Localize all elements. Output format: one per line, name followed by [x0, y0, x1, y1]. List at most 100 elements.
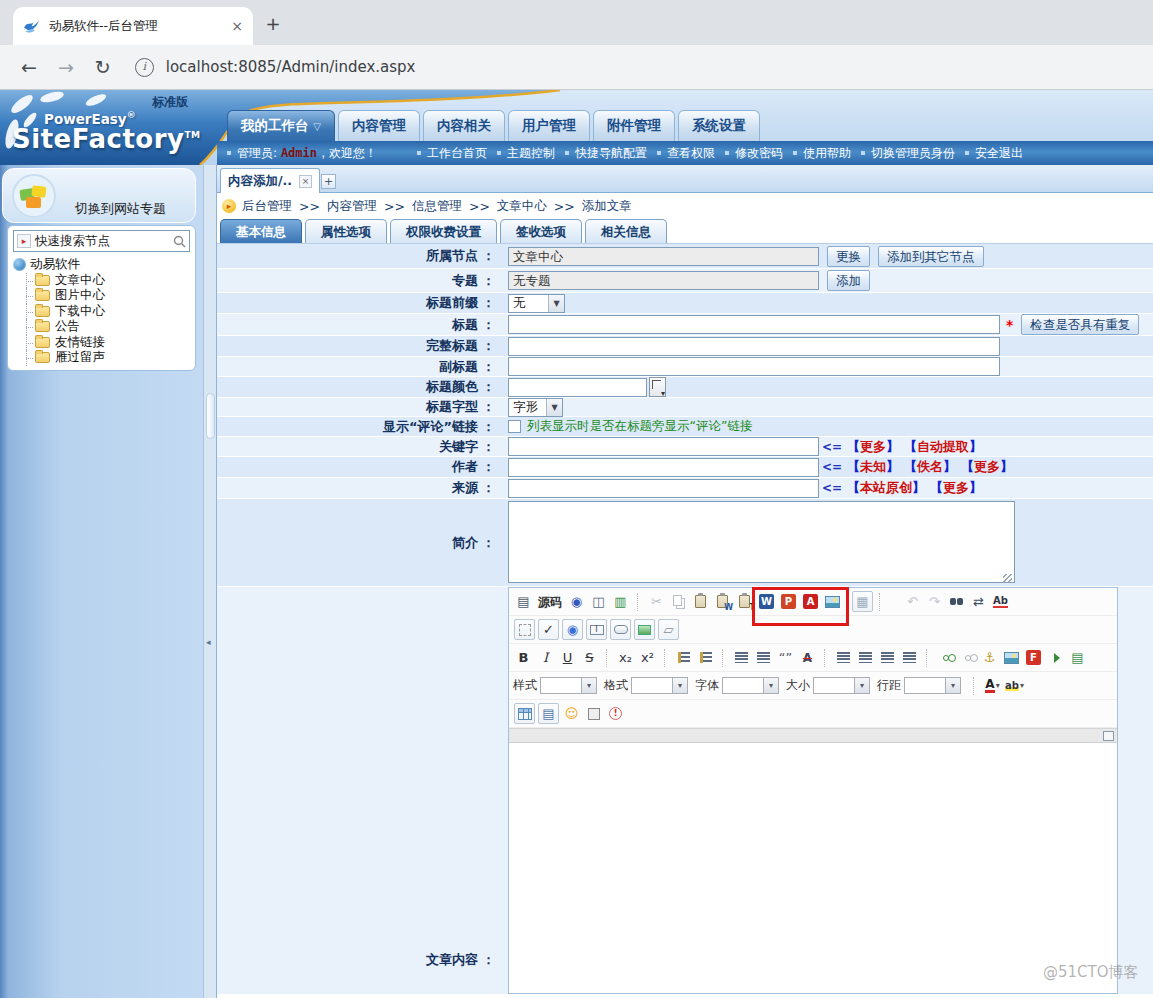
menu-quick-nav[interactable]: 快捷导航配置	[575, 145, 647, 162]
tab-attributes[interactable]: 属性选项	[305, 219, 387, 243]
tab-sign-options[interactable]: 签收选项	[500, 219, 582, 243]
source-code-button[interactable]: 源码	[535, 591, 565, 612]
workspace-tab[interactable]: 内容添加/.. ×	[220, 168, 320, 193]
new-tab-button[interactable]: +	[262, 14, 284, 36]
blockquote-icon[interactable]: “”	[775, 647, 796, 668]
nav-tab-attachments[interactable]: 附件管理	[593, 110, 675, 141]
menu-logout[interactable]: 安全退出	[975, 145, 1023, 162]
unordered-list-icon[interactable]	[695, 647, 716, 668]
unlink-icon[interactable]	[957, 647, 978, 668]
media-icon[interactable]	[1045, 647, 1066, 668]
spellcheck-icon[interactable]: Ab	[990, 591, 1011, 612]
title-font-select[interactable]: 字形▼	[508, 398, 563, 417]
cut-icon[interactable]: ✂	[646, 591, 667, 612]
resize-grip[interactable]	[1003, 574, 1012, 583]
search-input[interactable]: 快速搜索节点	[35, 233, 173, 250]
source-original-link[interactable]: 【本站原创】	[847, 479, 925, 497]
bold-icon[interactable]: B	[513, 647, 534, 668]
keywords-more-link[interactable]: 【更多】	[847, 438, 899, 456]
align-center-icon[interactable]	[855, 647, 876, 668]
author-input[interactable]	[508, 458, 819, 477]
strikethrough-icon[interactable]: S	[579, 647, 600, 668]
full-title-input[interactable]	[508, 337, 1000, 356]
italic-icon[interactable]: I	[535, 647, 556, 668]
align-right-icon[interactable]	[877, 647, 898, 668]
highlight-color-icon[interactable]: ab▾	[1004, 675, 1025, 696]
title-prefix-select[interactable]: 无▼	[508, 294, 565, 313]
ordered-list-icon[interactable]	[673, 647, 694, 668]
maximize-icon[interactable]	[1103, 731, 1114, 741]
outdent-icon[interactable]	[731, 647, 752, 668]
paste-icon[interactable]	[690, 591, 711, 612]
tree-item[interactable]: 友情链接	[13, 335, 190, 351]
hidden-field-icon[interactable]: ▱	[658, 619, 679, 640]
menu-help[interactable]: 使用帮助	[803, 145, 851, 162]
replace-icon[interactable]: ⇄	[968, 591, 989, 612]
menu-theme-control[interactable]: 主题控制	[507, 145, 555, 162]
forward-icon[interactable]: →	[58, 56, 74, 78]
author-anonymous-link[interactable]: 【佚名】	[904, 458, 956, 476]
reload-icon[interactable]: ↻	[95, 56, 111, 78]
subscript-icon[interactable]: x₂	[615, 647, 636, 668]
size-select[interactable]: 大小▾	[786, 677, 870, 694]
style-select[interactable]: 样式▾	[513, 677, 597, 694]
breadcrumb-item[interactable]: 文章中心	[497, 198, 547, 215]
browser-tab[interactable]: 动易软件--后台管理 ×	[13, 7, 253, 45]
redo-icon[interactable]: ↷	[924, 591, 945, 612]
add-topic-button[interactable]: 添加	[827, 270, 870, 291]
menu-view-permissions[interactable]: 查看权限	[667, 145, 715, 162]
tree-item[interactable]: 图片中心	[13, 288, 190, 304]
author-unknown-link[interactable]: 【未知】	[847, 458, 899, 476]
preview-icon[interactable]: ◫	[588, 591, 609, 612]
insert-link-icon[interactable]	[935, 647, 956, 668]
page-break-icon[interactable]: ▤	[1067, 647, 1088, 668]
font-select[interactable]: 字体▾	[695, 677, 779, 694]
editor-content-area[interactable]	[509, 743, 1117, 993]
find-icon[interactable]	[946, 591, 967, 612]
sidebar-splitter[interactable]: ◂	[203, 165, 217, 998]
tree-root[interactable]: 动易软件	[13, 257, 190, 273]
nav-tab-workbench[interactable]: 我的工作台 ▽	[227, 110, 335, 141]
breadcrumb-item[interactable]: 添加文章	[582, 198, 632, 215]
textfield-icon[interactable]: I	[586, 619, 607, 640]
insert-image-icon[interactable]	[1001, 647, 1022, 668]
change-node-button[interactable]: 更换	[827, 246, 870, 267]
collapse-sidebar-icon[interactable]: ◂	[206, 637, 211, 647]
line-height-select[interactable]: 行距▾	[877, 677, 961, 694]
table-grid-icon[interactable]: ▦	[852, 591, 873, 612]
add-to-other-node-button[interactable]: 添加到其它节点	[878, 246, 984, 267]
menu-switch-admin[interactable]: 切换管理员身份	[871, 145, 955, 162]
site-info-icon[interactable]: i	[135, 58, 154, 77]
copy-icon[interactable]	[668, 591, 689, 612]
splitter-handle[interactable]	[206, 393, 215, 439]
indent-icon[interactable]	[753, 647, 774, 668]
new-workspace-tab-icon[interactable]: +	[321, 174, 336, 189]
title-color-input[interactable]	[508, 378, 647, 397]
nav-tab-content[interactable]: 内容管理	[338, 110, 420, 141]
remove-format-icon[interactable]: A	[797, 647, 818, 668]
show-comment-checkbox[interactable]	[508, 420, 521, 433]
tree-item[interactable]: 公告	[13, 319, 190, 335]
tab-close-icon[interactable]: ×	[231, 18, 243, 34]
radio-icon[interactable]: ◉	[562, 619, 583, 640]
source-more-link[interactable]: 【更多】	[930, 479, 982, 497]
check-duplicate-button[interactable]: 检查是否具有重复	[1021, 314, 1139, 335]
page-properties-icon[interactable]	[583, 703, 604, 724]
keywords-input[interactable]	[508, 437, 819, 456]
breadcrumb-item[interactable]: 信息管理	[412, 198, 462, 215]
fieldset-icon[interactable]	[514, 619, 535, 640]
nav-tab-system[interactable]: 系统设置	[678, 110, 760, 141]
tab-permissions[interactable]: 权限收费设置	[390, 219, 497, 243]
anchor-icon[interactable]: ⚓	[979, 647, 1000, 668]
document-structure-icon[interactable]: ▤	[513, 591, 534, 612]
undo-icon[interactable]: ↶	[902, 591, 923, 612]
back-icon[interactable]: ←	[21, 56, 37, 78]
template-icon[interactable]: ▥	[610, 591, 631, 612]
font-color-icon[interactable]: A▾	[982, 675, 1003, 696]
superscript-icon[interactable]: x²	[637, 647, 658, 668]
about-icon[interactable]: !	[605, 703, 626, 724]
align-left-icon[interactable]	[833, 647, 854, 668]
keywords-auto-extract-link[interactable]: 【自动提取】	[904, 438, 982, 456]
subtitle-input[interactable]	[508, 357, 1000, 376]
underline-icon[interactable]: U	[557, 647, 578, 668]
